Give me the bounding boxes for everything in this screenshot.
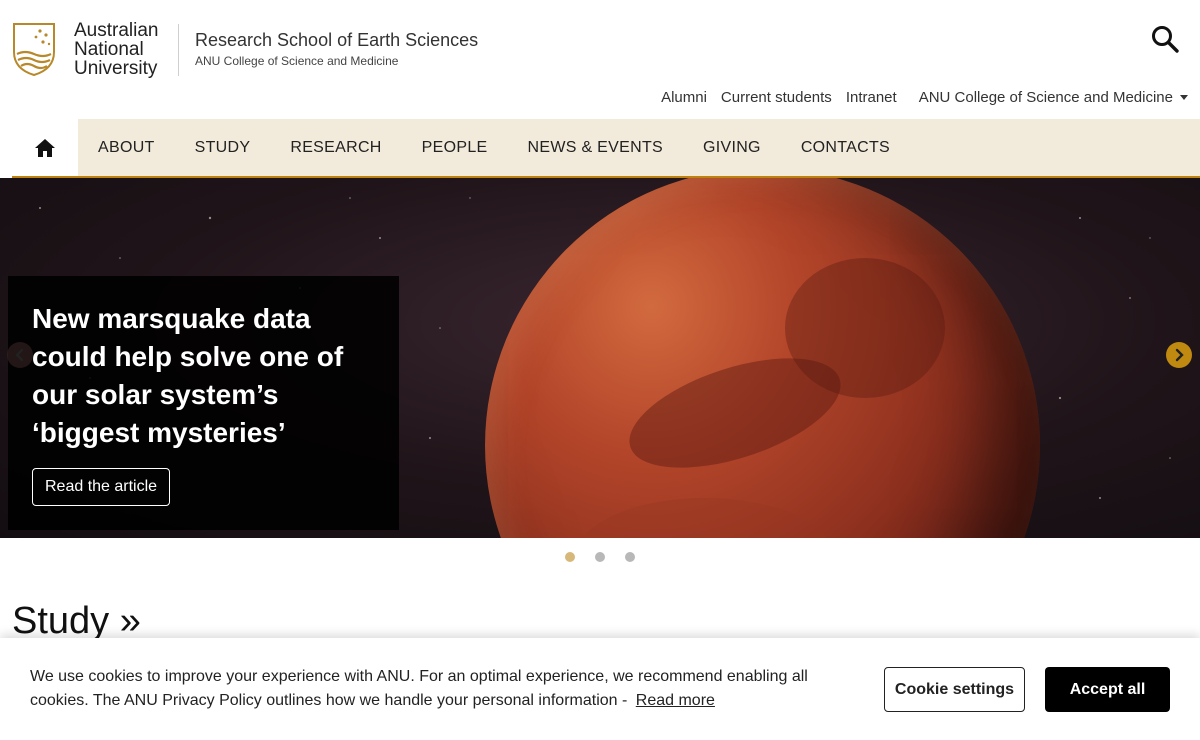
college-dropdown-label: ANU College of Science and Medicine <box>918 89 1173 106</box>
caret-down-icon <box>1180 95 1188 100</box>
home-icon <box>35 138 55 157</box>
hero-headline: New marsquake data could help solve one … <box>32 303 344 448</box>
nav-item-about[interactable]: ABOUT <box>98 139 155 157</box>
hero-carousel: New marsquake data could help solve one … <box>0 178 1200 538</box>
nav-item-study[interactable]: STUDY <box>195 139 251 157</box>
utility-link-current-students[interactable]: Current students <box>721 89 832 106</box>
cookie-message: We use cookies to improve your experienc… <box>30 665 830 713</box>
utility-link-alumni[interactable]: Alumni <box>661 89 707 106</box>
school-subtitle[interactable]: ANU College of Science and Medicine <box>195 54 398 68</box>
carousel-indicators <box>565 552 655 562</box>
college-dropdown[interactable]: ANU College of Science and Medicine <box>919 89 1188 106</box>
school-title[interactable]: Research School of Earth Sciences <box>195 30 478 51</box>
chevron-left-icon <box>15 348 24 362</box>
header-divider <box>178 24 179 76</box>
university-name-line: Australian <box>74 20 159 41</box>
nav-home[interactable] <box>12 119 78 176</box>
nav-item-news-events[interactable]: NEWS & EVENTS <box>528 139 663 157</box>
carousel-dot-2[interactable] <box>595 552 605 562</box>
university-name-line: National <box>74 39 144 60</box>
main-nav: ABOUT STUDY RESEARCH PEOPLE NEWS & EVENT… <box>12 119 1200 178</box>
nav-item-contacts[interactable]: CONTACTS <box>801 139 890 157</box>
nav-item-people[interactable]: PEOPLE <box>422 139 488 157</box>
search-icon[interactable] <box>1150 24 1180 54</box>
site-header: Australian National University Research … <box>0 0 1200 118</box>
nav-item-research[interactable]: RESEARCH <box>290 139 381 157</box>
carousel-dot-3[interactable] <box>625 552 635 562</box>
hero-caption: New marsquake data could help solve one … <box>8 276 399 530</box>
study-section-heading[interactable]: Study » <box>12 600 141 643</box>
anu-crest-icon[interactable] <box>12 22 56 76</box>
carousel-dot-1[interactable] <box>565 552 575 562</box>
carousel-prev-button[interactable] <box>7 342 33 368</box>
chevron-right-icon <box>1175 348 1184 362</box>
read-article-button[interactable]: Read the article <box>32 468 171 506</box>
utility-link-intranet[interactable]: Intranet <box>846 89 897 106</box>
university-name[interactable]: Australian National University <box>74 21 159 78</box>
cookie-read-more-link[interactable]: Read more <box>636 692 715 709</box>
university-name-line: University <box>74 58 158 79</box>
cookie-settings-button[interactable]: Cookie settings <box>884 667 1025 712</box>
cookie-banner: We use cookies to improve your experienc… <box>0 638 1200 740</box>
carousel-next-button[interactable] <box>1166 342 1192 368</box>
accept-all-button[interactable]: Accept all <box>1045 667 1170 712</box>
utility-nav: Alumni Current students Intranet ANU Col… <box>647 89 1188 106</box>
nav-item-giving[interactable]: GIVING <box>703 139 761 157</box>
